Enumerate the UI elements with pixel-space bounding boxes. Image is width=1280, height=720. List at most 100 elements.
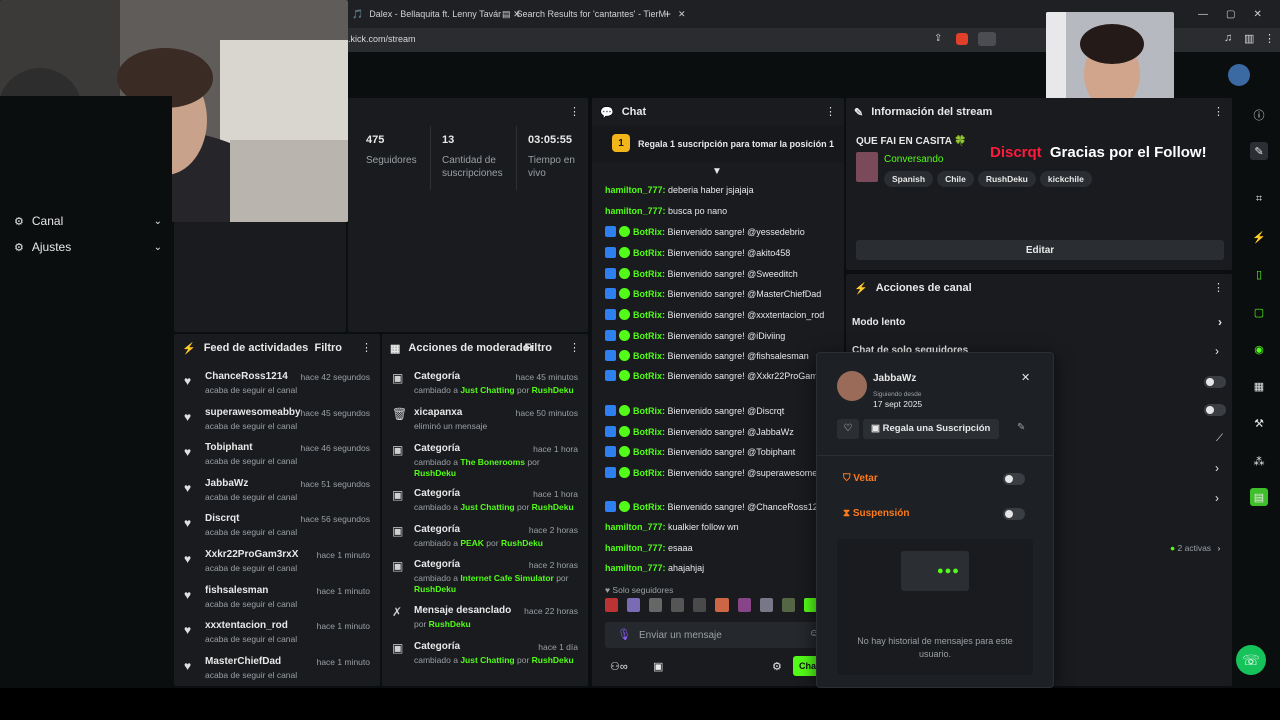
minimize-icon[interactable]: — <box>1198 9 1208 20</box>
chat-username[interactable]: hamilton_777 <box>605 206 663 216</box>
browser-tab[interactable]: ▤ Search Results for 'cantantes' - TierM… <box>502 5 686 23</box>
feed-username[interactable]: ChanceRoss1214 <box>205 371 288 382</box>
share-icon[interactable]: ⇪ <box>934 33 942 44</box>
pinned-goal[interactable]: 1 Regala 1 suscripción para tomar la pos… <box>592 126 844 162</box>
mod-detail-user[interactable]: RushDeku <box>501 538 543 548</box>
feed-row[interactable]: ♥ xxxtentacion_rod hace 1 minuto acaba de s… <box>182 620 374 654</box>
sidebar-item-canal[interactable]: ⚙ Canal ⌄ <box>14 214 162 228</box>
emote[interactable] <box>671 598 685 612</box>
url-field[interactable]: .kick.com/stream <box>348 34 416 44</box>
more-options-icon[interactable]: ⋮ <box>569 341 580 354</box>
chevron-right-icon[interactable]: › <box>1215 491 1219 505</box>
points-icon[interactable]: ⚇∞ <box>610 660 628 673</box>
emote[interactable] <box>737 598 751 612</box>
mod-detail-category[interactable]: Just Chatting <box>460 502 514 512</box>
more-options-icon[interactable]: ⋮ <box>569 105 580 118</box>
feed-row[interactable]: ♥ superawesomeabby hace 45 segundos acaba d… <box>182 407 374 441</box>
emote[interactable] <box>693 598 707 612</box>
emote[interactable] <box>715 598 729 612</box>
active-count[interactable]: ● 2 activas › <box>1170 543 1220 553</box>
feed-row[interactable]: ♥ Xxkr22ProGam3rxX hace 1 minuto acaba de s… <box>182 549 374 583</box>
feed-row[interactable]: ♥ Tobiphant hace 46 segundos acaba de segui… <box>182 442 374 476</box>
feed-row[interactable]: ♥ MasterChiefDad hace 1 minuto acaba de seg… <box>182 656 374 690</box>
mod-detail-user[interactable]: RushDeku <box>532 655 574 665</box>
maximize-icon[interactable]: ▢ <box>1226 9 1235 20</box>
sidebar-toggle-icon[interactable]: ▥ <box>1244 32 1254 45</box>
chat-username[interactable]: hamilton_777 <box>605 185 663 195</box>
chat-username[interactable]: BotRix <box>633 310 662 320</box>
chat-username[interactable]: BotRix <box>633 447 662 457</box>
chat-input[interactable]: 🎙 Enviar un mensaje ☺ <box>605 622 825 648</box>
emote[interactable] <box>605 598 619 612</box>
chat-username[interactable]: hamilton_777 <box>605 543 663 553</box>
veto-row[interactable]: ⛉ Vetar <box>843 473 878 484</box>
tag[interactable]: RushDeku <box>977 171 1036 187</box>
mod-detail-category[interactable]: PEAK <box>460 538 484 548</box>
broadcast-icon[interactable]: ◉ <box>1250 340 1268 358</box>
feed-row[interactable]: ♥ ChanceRoss1214 hace 42 segundos acaba de … <box>182 371 374 405</box>
feed-row[interactable]: ♥ JabbaWz hace 51 segundos acaba de seguir … <box>182 478 374 512</box>
more-options-icon[interactable]: ⋮ <box>1213 105 1224 118</box>
toggle-switch[interactable] <box>1204 376 1226 388</box>
feed-row[interactable]: ♥ fishsalesman hace 1 minuto acaba de segui… <box>182 585 374 619</box>
chevron-right-icon[interactable]: › <box>1215 344 1219 358</box>
apps-icon[interactable]: ⁂ <box>1250 452 1268 470</box>
lightning-icon[interactable]: ⚡ <box>1250 228 1268 246</box>
chat-username[interactable]: BotRix <box>633 427 662 437</box>
feed-username[interactable]: superawesomeabby <box>205 407 301 418</box>
chart-icon[interactable]: ⟋ <box>1216 433 1223 444</box>
sidebar-item-ajustes[interactable]: ⚙ Ajustes ⌄ <box>14 240 162 254</box>
calendar-icon[interactable]: ▦ <box>1250 377 1268 395</box>
shield-icon[interactable] <box>956 33 968 45</box>
chat-username[interactable]: BotRix <box>633 331 662 341</box>
edit-icon[interactable]: ✎ <box>1250 142 1268 160</box>
chat-username[interactable]: hamilton_777 <box>605 563 663 573</box>
chat-username[interactable]: hamilton_777 <box>605 522 663 532</box>
browser-tab[interactable]: 🎵 Dalex - Bellaquita ft. Lenny Tavár ✕ <box>352 5 521 23</box>
mod-detail-category[interactable]: Internet Cafe Simulator <box>460 573 554 583</box>
timeout-row[interactable]: ⧗ Suspensión <box>843 508 910 519</box>
emote[interactable] <box>627 598 641 612</box>
close-icon[interactable]: ✕ <box>678 9 686 20</box>
emote[interactable] <box>803 598 817 612</box>
close-window-icon[interactable]: ✕ <box>1253 9 1261 20</box>
gift-icon[interactable]: ▣ <box>653 660 663 673</box>
mod-detail-user[interactable]: RushDeku <box>414 468 456 478</box>
menu-icon[interactable]: ⋮ <box>1264 32 1275 45</box>
chevron-down-icon[interactable]: ▼ <box>712 166 722 177</box>
tag[interactable]: Chile <box>937 171 974 187</box>
wrench-icon[interactable]: ⚒ <box>1250 414 1268 432</box>
close-icon[interactable]: ✕ <box>1021 371 1030 384</box>
mod-detail-user[interactable]: RushDeku <box>532 385 574 395</box>
filter-button[interactable]: Filtro <box>525 342 553 354</box>
extension-icon[interactable] <box>978 32 996 46</box>
chat-username[interactable]: BotRix <box>633 289 662 299</box>
feed-username[interactable]: Discrqt <box>205 513 239 524</box>
feed-username[interactable]: fishsalesman <box>205 585 268 596</box>
mod-detail-category[interactable]: Just Chatting <box>460 655 514 665</box>
send-chat-button[interactable]: Cha <box>793 656 816 676</box>
feed-username[interactable]: Tobiphant <box>205 442 253 453</box>
gift-subscription-button[interactable]: ▣ Regala una Suscripción <box>863 419 999 439</box>
settings-icon[interactable]: ⚙ <box>772 660 782 673</box>
more-options-icon[interactable]: ⋮ <box>361 341 372 354</box>
more-options-icon[interactable]: ⋮ <box>1213 281 1224 294</box>
more-options-icon[interactable]: ⋮ <box>825 105 836 118</box>
chat-username[interactable]: BotRix <box>633 351 662 361</box>
emote[interactable] <box>759 598 773 612</box>
support-chat-button[interactable]: ☏ <box>1236 645 1266 675</box>
chat-username[interactable]: BotRix <box>633 502 662 512</box>
feed-username[interactable]: JabbaWz <box>205 478 248 489</box>
chat-username[interactable]: BotRix <box>633 269 662 279</box>
chat-username[interactable]: BotRix <box>633 248 662 258</box>
mod-detail-user[interactable]: RushDeku <box>414 584 456 594</box>
emote[interactable] <box>649 598 663 612</box>
feed-username[interactable]: Xxkr22ProGam3rxX <box>205 549 298 560</box>
feed-row[interactable]: ♥ Discrqt hace 56 segundos acaba de seguir … <box>182 513 374 547</box>
chat-username[interactable]: BotRix <box>633 406 662 416</box>
mod-detail-category[interactable]: Just Chatting <box>460 385 514 395</box>
microphone-icon[interactable]: 🎙 <box>617 628 631 641</box>
user-card-username[interactable]: JabbaWz <box>873 373 916 384</box>
edit-button[interactable]: Editar <box>856 240 1224 260</box>
veto-toggle[interactable] <box>1003 473 1025 485</box>
